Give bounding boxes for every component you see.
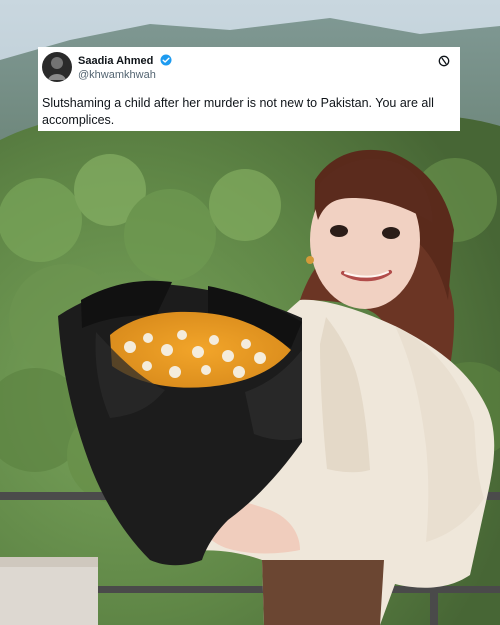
- tweet-card[interactable]: Saadia Ahmed @khwamkhwah Slutshaming a c…: [38, 47, 460, 131]
- threads-icon[interactable]: [438, 55, 450, 67]
- tweet-text: Slutshaming a child after her murder is …: [42, 96, 434, 127]
- author-avatar[interactable]: [42, 52, 72, 82]
- author-name[interactable]: Saadia Ahmed: [78, 55, 153, 67]
- author-handle[interactable]: @khwamkhwah: [78, 69, 156, 81]
- verified-badge-icon: [160, 54, 172, 66]
- avatar-photo-icon: [48, 57, 66, 80]
